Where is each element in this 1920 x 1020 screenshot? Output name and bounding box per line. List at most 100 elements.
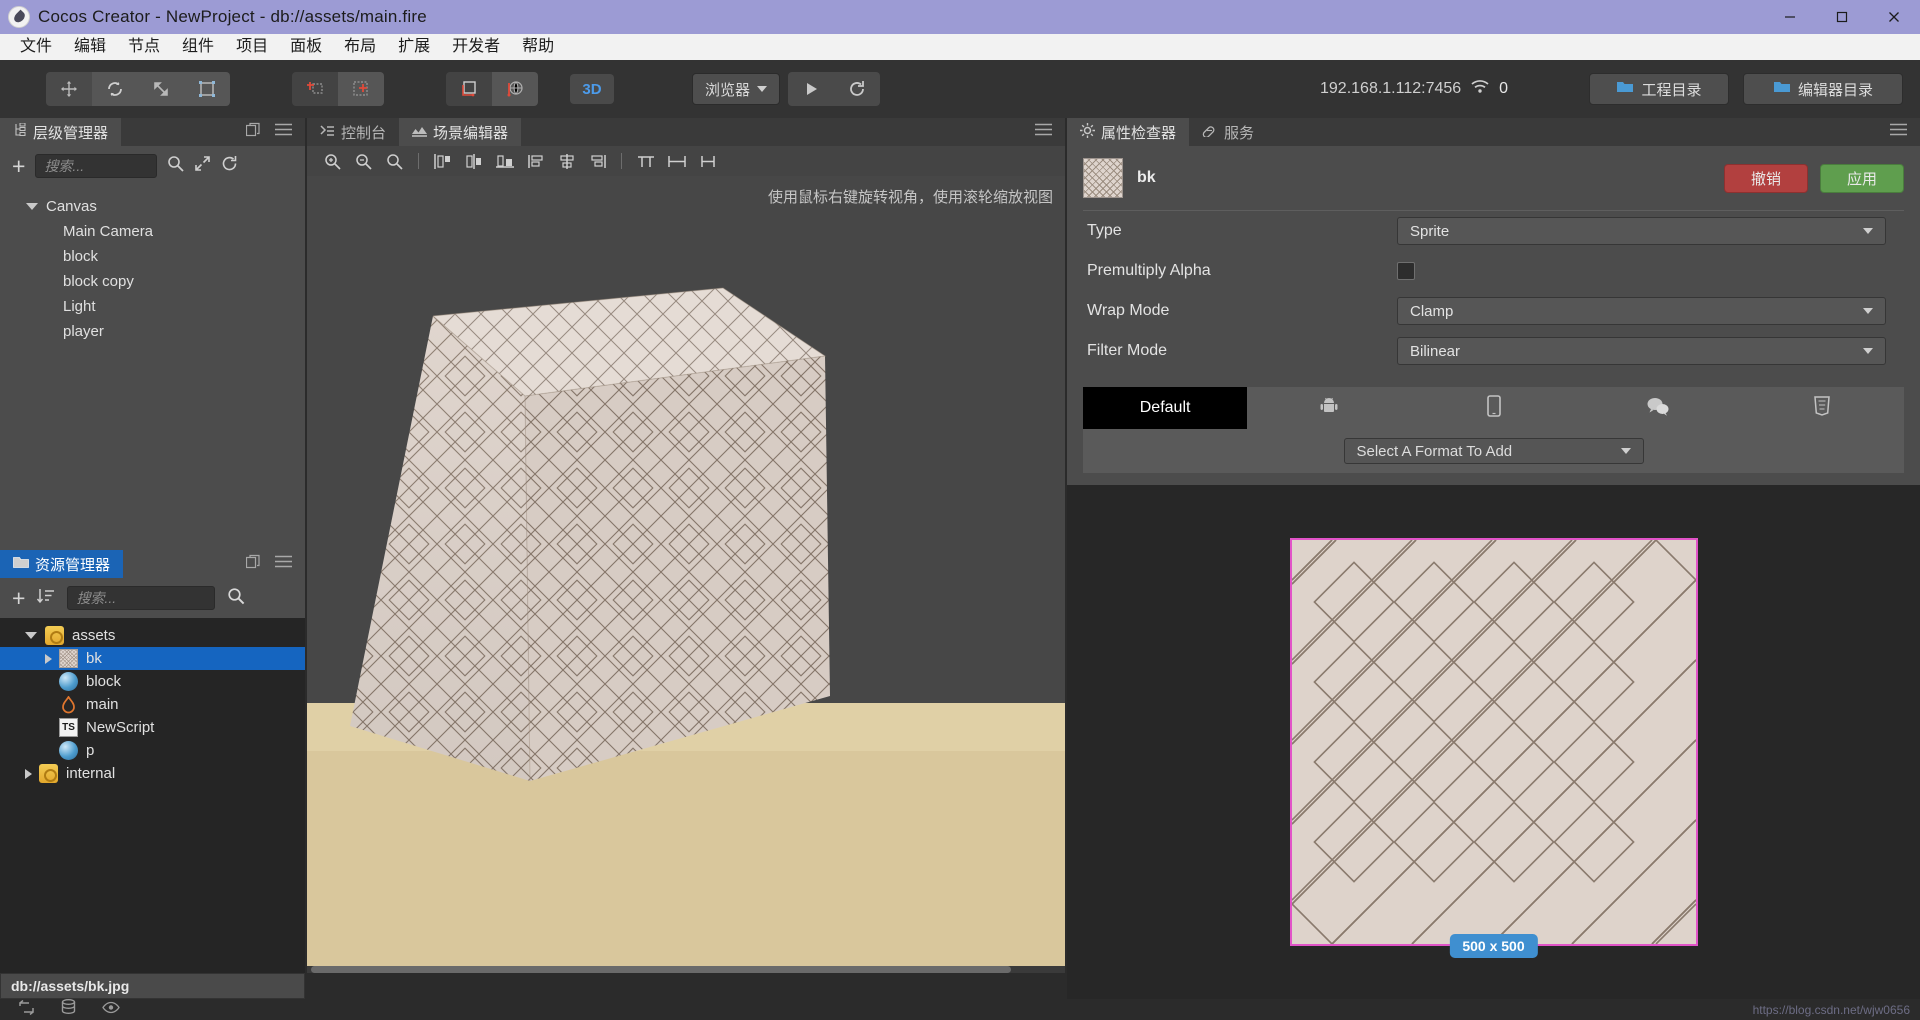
chevron-down-icon	[1620, 448, 1631, 454]
chevron-right-icon[interactable]	[25, 768, 32, 779]
type-select[interactable]: Sprite	[1397, 217, 1886, 245]
scene-viewport[interactable]: 使用鼠标右键旋转视角，使用滚轮缩放视图	[307, 176, 1065, 973]
plus-icon[interactable]: +	[12, 155, 25, 178]
menu-item-file[interactable]: 文件	[10, 35, 62, 59]
asset-row-internal[interactable]: internal	[0, 762, 305, 785]
asset-row-block[interactable]: block	[0, 670, 305, 693]
plus-icon[interactable]: +	[12, 587, 25, 610]
pivot-pivot-icon[interactable]	[338, 72, 384, 106]
menu-item-edit[interactable]: 编辑	[64, 35, 116, 59]
filter-mode-select[interactable]: Bilinear	[1397, 337, 1886, 365]
asset-path-bar: db://assets/bk.jpg	[0, 973, 305, 999]
search-icon[interactable]	[227, 587, 245, 610]
tab-services[interactable]: 服务	[1189, 118, 1268, 146]
align-left-icon[interactable]	[427, 148, 458, 174]
zoom-reset-icon[interactable]	[379, 148, 410, 174]
asset-row-bk[interactable]: bk	[0, 647, 305, 670]
sort-icon[interactable]	[37, 588, 55, 609]
tree-node-player[interactable]: player	[0, 319, 305, 344]
asset-row-main[interactable]: main	[0, 693, 305, 716]
apply-button[interactable]: 应用	[1820, 163, 1904, 193]
move-tool-icon[interactable]	[46, 72, 92, 106]
hamburger-menu-icon[interactable]	[275, 555, 292, 573]
tree-node-light[interactable]: Light	[0, 294, 305, 319]
asset-row-newscript[interactable]: TS NewScript	[0, 716, 305, 739]
popout-icon[interactable]	[245, 554, 261, 574]
menu-item-component[interactable]: 组件	[172, 35, 224, 59]
toggle-3d-button[interactable]: 3D	[570, 74, 614, 104]
menu-item-help[interactable]: 帮助	[512, 35, 564, 59]
asset-row-p[interactable]: p	[0, 739, 305, 762]
minimize-icon[interactable]	[1764, 0, 1816, 34]
format-tab-wechat[interactable]	[1576, 387, 1740, 429]
chevron-right-icon[interactable]	[45, 653, 52, 664]
distribute-spacing-icon[interactable]	[692, 148, 723, 174]
tab-hierarchy[interactable]: 层级管理器	[0, 118, 122, 146]
menu-item-panel[interactable]: 面板	[280, 35, 332, 59]
revert-button[interactable]: 撤销	[1724, 163, 1808, 193]
tab-assets[interactable]: 资源管理器	[0, 550, 124, 578]
tab-inspector[interactable]: 属性检查器	[1067, 118, 1190, 146]
eye-icon[interactable]	[102, 1001, 120, 1019]
premultiply-alpha-checkbox[interactable]	[1397, 262, 1415, 280]
zoom-out-icon[interactable]	[348, 148, 379, 174]
popout-icon[interactable]	[245, 122, 261, 142]
chevron-down-icon[interactable]	[26, 203, 38, 210]
menu-item-layout[interactable]: 布局	[334, 35, 386, 59]
distribute-h-icon[interactable]	[630, 148, 661, 174]
align-right-icon[interactable]	[489, 148, 520, 174]
align-top-icon[interactable]	[520, 148, 551, 174]
asset-row-assets[interactable]: assets	[0, 624, 305, 647]
editor-dir-button[interactable]: 编辑器目录	[1743, 73, 1903, 105]
tree-node-label: block	[63, 248, 99, 265]
menu-item-extension[interactable]: 扩展	[388, 35, 440, 59]
rotate-tool-icon[interactable]	[92, 72, 138, 106]
menu-item-project[interactable]: 项目	[226, 35, 278, 59]
tree-node-main-camera[interactable]: Main Camera	[0, 219, 305, 244]
chevron-down-icon	[1863, 348, 1873, 354]
hamburger-menu-icon[interactable]	[1890, 123, 1907, 141]
maximize-icon[interactable]	[1816, 0, 1868, 34]
preview-size-badge: 500 x 500	[1449, 934, 1538, 958]
pivot-center-icon[interactable]	[292, 72, 338, 106]
align-middle-v-icon[interactable]	[551, 148, 582, 174]
global-coord-icon[interactable]	[492, 72, 538, 106]
align-bottom-icon[interactable]	[582, 148, 613, 174]
format-tab-html5[interactable]	[1740, 387, 1904, 429]
hamburger-menu-icon[interactable]	[275, 123, 292, 141]
align-center-h-icon[interactable]	[458, 148, 489, 174]
wrap-mode-select[interactable]: Clamp	[1397, 297, 1886, 325]
viewport-scrollbar-horizontal[interactable]	[307, 966, 1065, 973]
refresh-icon[interactable]	[834, 72, 880, 106]
scale-tool-icon[interactable]	[138, 72, 184, 106]
sync-status-icon[interactable]	[18, 999, 35, 1020]
local-coord-icon[interactable]	[446, 72, 492, 106]
menu-item-node[interactable]: 节点	[118, 35, 170, 59]
rect-transform-tool-icon[interactable]	[184, 72, 230, 106]
format-tab-default[interactable]: Default	[1083, 387, 1248, 429]
menu-item-developer[interactable]: 开发者	[442, 35, 510, 59]
search-input[interactable]: 搜索...	[67, 586, 216, 610]
preview-target-select[interactable]: 浏览器	[692, 73, 780, 105]
tree-node-block[interactable]: block	[0, 244, 305, 269]
tab-console[interactable]: 控制台	[307, 118, 400, 146]
chevron-down-icon[interactable]	[25, 632, 37, 639]
tree-node-block-copy[interactable]: block copy	[0, 269, 305, 294]
format-tab-android[interactable]	[1247, 387, 1411, 429]
distribute-v-icon[interactable]	[661, 148, 692, 174]
close-icon[interactable]	[1868, 0, 1920, 34]
format-add-select[interactable]: Select A Format To Add	[1343, 438, 1644, 464]
hamburger-menu-icon[interactable]	[1035, 123, 1052, 141]
search-input[interactable]: 搜索...	[35, 154, 158, 178]
tab-scene-editor[interactable]: 场景编辑器	[399, 118, 522, 146]
format-tab-ios[interactable]	[1411, 387, 1575, 429]
database-icon[interactable]	[61, 999, 76, 1020]
project-dir-button[interactable]: 工程目录	[1589, 73, 1729, 105]
search-icon[interactable]	[167, 155, 185, 177]
play-icon[interactable]	[788, 72, 834, 106]
tree-node-canvas[interactable]: Canvas	[0, 194, 305, 219]
expand-icon[interactable]	[194, 155, 211, 177]
sync-icon[interactable]	[221, 155, 238, 177]
scene-cube[interactable]	[325, 236, 945, 836]
zoom-in-icon[interactable]	[317, 148, 348, 174]
